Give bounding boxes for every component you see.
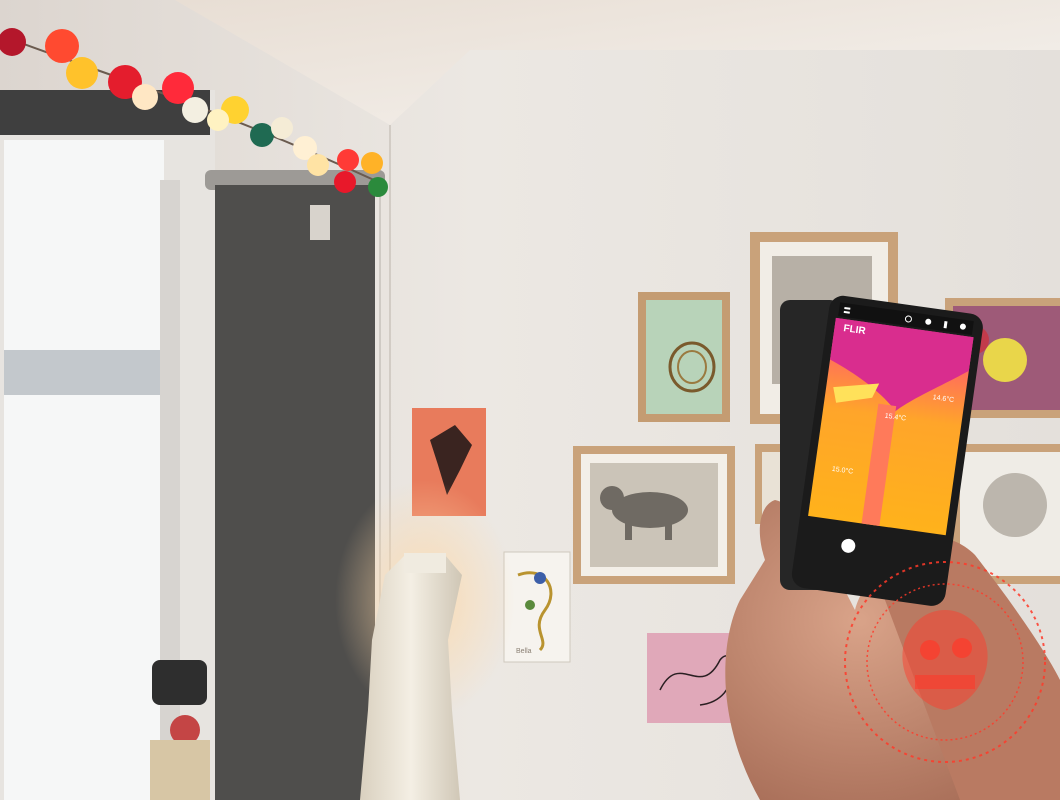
light-ball [182,97,208,123]
light-ball [361,152,383,174]
window-glass [4,140,164,800]
light-ball [132,84,158,110]
light-ball [207,109,229,131]
window-mullion [160,180,180,800]
light-ball [45,29,79,63]
light-ball [337,149,359,171]
photo-scene: Bella FLIR 15.4°C 14.6°C 15.0°C [0,0,1060,800]
light-ball [307,154,329,176]
light-ball [66,57,98,89]
frame-nest-art [638,292,730,422]
light-ball [271,117,293,139]
light-ball [368,177,388,197]
frame-rhino-art [573,446,735,584]
blind-tape [310,205,330,240]
outside-roof [4,350,164,395]
light-ball [334,171,356,193]
lamp-top [404,553,446,573]
light-ball [250,123,274,147]
drawing-caption: Bella [516,648,532,655]
roller-blind [215,185,375,800]
